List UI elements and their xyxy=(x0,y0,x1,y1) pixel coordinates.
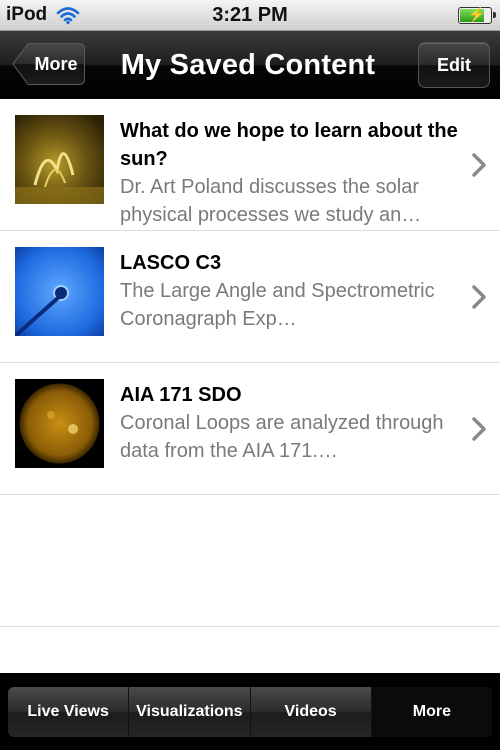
coronagraph-thumbnail xyxy=(15,247,104,336)
chevron-right-icon xyxy=(472,284,486,309)
tab-more[interactable]: More xyxy=(371,687,492,737)
list-item[interactable]: LASCO C3 The Large Angle and Spectrometr… xyxy=(0,231,500,363)
back-button[interactable]: More xyxy=(12,42,86,86)
back-button-label: More xyxy=(34,54,78,74)
item-title: LASCO C3 xyxy=(120,252,222,274)
item-title: AIA 171 SDO xyxy=(120,384,242,406)
tab-videos[interactable]: Videos xyxy=(251,687,372,737)
sun-disk-thumbnail xyxy=(15,379,104,468)
item-title: What do we hope to learn about the sun? xyxy=(120,120,458,170)
navigation-bar: More My Saved Content Edit xyxy=(0,31,500,99)
empty-list-row xyxy=(0,495,500,627)
page-title: My Saved Content xyxy=(120,49,376,81)
list-item[interactable]: AIA 171 SDO Coronal Loops are analyzed t… xyxy=(0,363,500,495)
list-item[interactable]: What do we hope to learn about the sun? … xyxy=(0,99,500,231)
item-description: Coronal Loops are analyzed through data … xyxy=(120,412,444,462)
tab-live-views[interactable]: Live Views xyxy=(8,687,130,737)
item-description: Dr. Art Poland discusses the solar physi… xyxy=(120,176,422,226)
clock-time: 3:21 PM xyxy=(212,4,288,26)
tab-bar: Live Views Visualizations Videos More xyxy=(0,673,500,750)
saved-content-list: What do we hope to learn about the sun? … xyxy=(0,99,500,627)
solar-prominence-thumbnail xyxy=(15,115,104,204)
chevron-right-icon xyxy=(472,416,486,441)
status-bar: iPod 3:21 PM ⚡ xyxy=(0,0,500,31)
tab-visualizations[interactable]: Visualizations xyxy=(129,687,251,737)
item-description: The Large Angle and Spectrometric Corona… xyxy=(120,280,435,330)
battery-icon: ⚡ xyxy=(458,7,496,24)
chevron-right-icon xyxy=(472,152,486,177)
edit-button[interactable]: Edit xyxy=(418,42,490,88)
